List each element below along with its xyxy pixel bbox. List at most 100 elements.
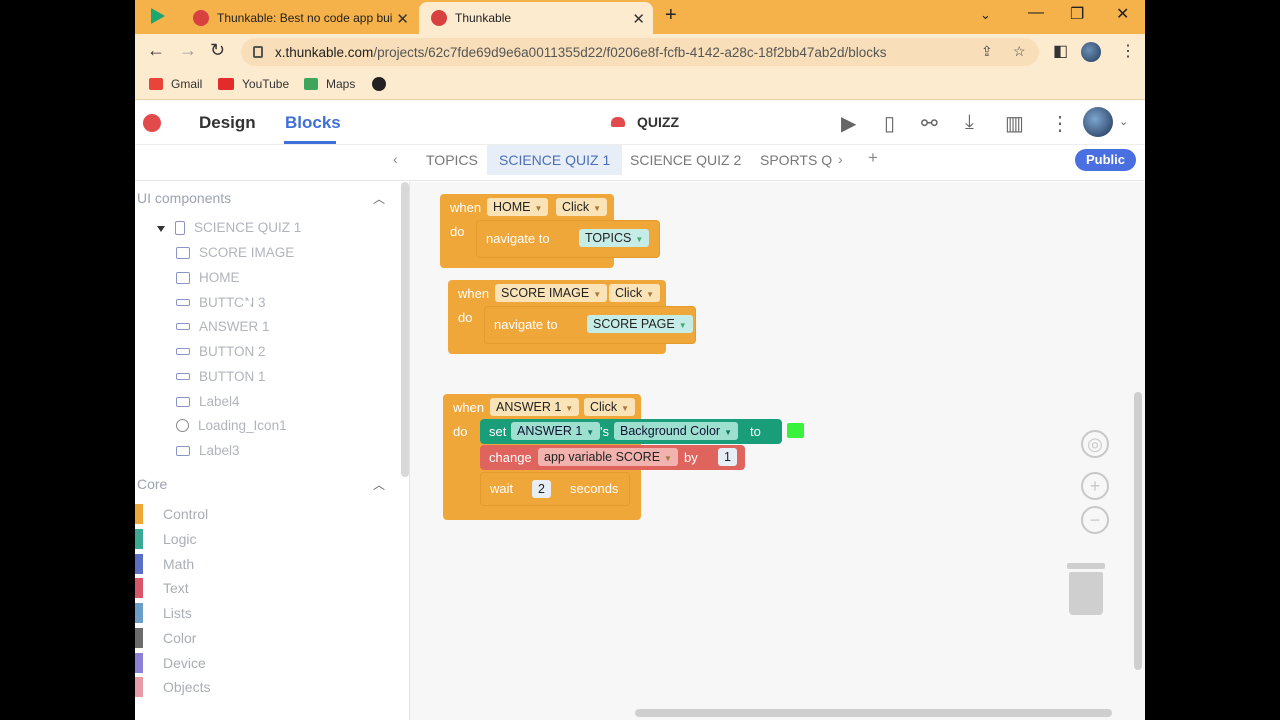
change-variable-block[interactable]: change app variable SCORE ▼ by 1 bbox=[480, 445, 745, 470]
category-logic[interactable]: Logic bbox=[135, 528, 196, 550]
play-store-icon[interactable] bbox=[151, 8, 165, 24]
sidebar-icon[interactable]: ◧ bbox=[1053, 41, 1068, 61]
user-avatar[interactable] bbox=[1083, 107, 1113, 137]
blocks-tab[interactable]: Blocks bbox=[285, 113, 341, 133]
event-block-home-click[interactable]: when HOME ▼ Click ▼ do navigate to TOPICS ▼ bbox=[440, 194, 660, 268]
category-color-bar bbox=[135, 554, 143, 574]
event-block-score-image-click[interactable]: when SCORE IMAGE ▼ Click ▼ do navigate to … bbox=[448, 280, 696, 354]
category-control[interactable]: Control bbox=[135, 503, 208, 525]
new-tab-icon[interactable]: + bbox=[665, 4, 677, 27]
trash-icon[interactable] bbox=[1067, 563, 1105, 615]
tree-node[interactable]: Label3 bbox=[176, 443, 240, 458]
project-name[interactable]: QUIZZ bbox=[611, 114, 679, 130]
close-tab-icon[interactable]: ✕ bbox=[632, 10, 645, 28]
zoom-out-icon[interactable]: − bbox=[1081, 506, 1109, 534]
color-swatch[interactable] bbox=[787, 423, 804, 438]
chevron-right-icon[interactable]: › bbox=[838, 151, 843, 167]
back-icon[interactable]: ← bbox=[147, 40, 165, 61]
tree-node[interactable]: Label4 bbox=[176, 394, 240, 409]
menu-icon[interactable]: ⋮ bbox=[1120, 41, 1136, 61]
screen-dropdown[interactable]: TOPICS ▼ bbox=[579, 229, 650, 247]
share-icon[interactable]: ⇪ bbox=[981, 43, 993, 60]
event-dropdown[interactable]: Click ▼ bbox=[584, 398, 636, 416]
component-dropdown[interactable]: ANSWER 1 ▼ bbox=[490, 398, 580, 416]
ui-components-header: UI components bbox=[137, 190, 232, 206]
tree-node[interactable]: SCORE IMAGE bbox=[176, 245, 294, 260]
tree-node-label: BUTTON 2 bbox=[199, 344, 266, 359]
category-text[interactable]: Text bbox=[135, 577, 189, 599]
tree-node[interactable]: BUTTON 2 bbox=[176, 344, 266, 359]
thunkable-logo-icon[interactable] bbox=[143, 114, 161, 132]
restore-icon[interactable]: ❐ bbox=[1070, 4, 1084, 24]
share-project-icon[interactable]: ⚯ bbox=[921, 111, 938, 136]
browser-tab-1[interactable]: Thunkable: Best no code app bui ✕ bbox=[181, 2, 417, 34]
category-objects[interactable]: Objects bbox=[135, 676, 210, 698]
live-test-phone-icon[interactable]: ▯ bbox=[884, 111, 895, 136]
set-property-block[interactable]: set ANSWER 1 ▼ 's Background Color ▼ to bbox=[480, 419, 804, 444]
blocks-workspace[interactable]: when HOME ▼ Click ▼ do navigate to TOPICS ▼… bbox=[410, 182, 1145, 720]
screen-tab-science-quiz-2[interactable]: SCIENCE QUIZ 2 bbox=[618, 145, 753, 175]
docs-book-icon[interactable]: ▥ bbox=[1005, 111, 1024, 136]
dropdown-caret-icon: ▼ bbox=[565, 404, 574, 413]
thunkable-favicon-icon bbox=[431, 10, 447, 26]
number-input[interactable]: 2 bbox=[532, 480, 551, 498]
add-screen-icon[interactable]: + bbox=[868, 148, 878, 168]
horizontal-scrollbar[interactable] bbox=[635, 709, 1112, 717]
property-dropdown[interactable]: Background Color ▼ bbox=[614, 422, 738, 440]
close-tab-icon[interactable]: ✕ bbox=[396, 10, 409, 28]
tab-search-icon[interactable]: ⌄ bbox=[980, 7, 991, 23]
bookmark-youtube[interactable]: YouTube bbox=[218, 77, 289, 91]
tree-node[interactable]: ANSWER 1 bbox=[176, 319, 270, 334]
event-dropdown[interactable]: Click ▼ bbox=[609, 284, 661, 302]
close-window-icon[interactable]: ✕ bbox=[1116, 4, 1129, 24]
more-options-icon[interactable]: ⋮ bbox=[1050, 111, 1070, 136]
screen-dropdown[interactable]: SCORE PAGE ▼ bbox=[587, 315, 693, 333]
design-tab[interactable]: Design bbox=[199, 113, 256, 133]
recenter-icon[interactable]: ◎ bbox=[1081, 430, 1109, 458]
tree-node[interactable]: Loading_Icon1 bbox=[176, 418, 287, 433]
minimize-icon[interactable]: — bbox=[1028, 4, 1044, 22]
vertical-scrollbar[interactable] bbox=[1134, 392, 1142, 670]
browser-tab-2[interactable]: Thunkable ✕ bbox=[419, 2, 653, 34]
category-math[interactable]: Math bbox=[135, 553, 194, 575]
dropdown-value: app variable SCORE bbox=[544, 450, 661, 464]
variable-dropdown[interactable]: app variable SCORE ▼ bbox=[538, 448, 678, 466]
component-dropdown[interactable]: SCORE IMAGE ▼ bbox=[495, 284, 608, 302]
reload-icon[interactable]: ↻ bbox=[210, 40, 225, 61]
category-color-bar bbox=[135, 653, 143, 673]
tree-node[interactable]: BUTTON 1 bbox=[176, 369, 266, 384]
download-icon[interactable]: ⤓ bbox=[965, 111, 974, 134]
navigate-block[interactable]: navigate to SCORE PAGE ▼ bbox=[484, 306, 696, 344]
set-component-dropdown[interactable]: ANSWER 1 ▼ bbox=[511, 422, 601, 440]
category-color[interactable]: Color bbox=[135, 627, 196, 649]
public-badge[interactable]: Public bbox=[1075, 149, 1136, 171]
tree-node[interactable]: HOME bbox=[176, 270, 240, 285]
bookmark-gmail[interactable]: Gmail bbox=[149, 77, 202, 91]
screen-tab-topics[interactable]: TOPICS bbox=[414, 145, 490, 175]
bookmark-maps[interactable]: Maps bbox=[304, 77, 355, 91]
left-scrollbar[interactable] bbox=[401, 182, 409, 477]
bookmark-star-icon[interactable]: ☆ bbox=[1013, 43, 1026, 60]
number-input[interactable]: 1 bbox=[718, 448, 737, 466]
collapse-chevron-icon[interactable]: ︿ bbox=[373, 190, 385, 207]
expand-triangle-icon[interactable] bbox=[157, 226, 165, 232]
category-device[interactable]: Device bbox=[135, 652, 206, 674]
bookmark-globe[interactable] bbox=[372, 77, 394, 91]
address-bar[interactable]: x.thunkable.com/projects/62c7fde69d9e6a0… bbox=[241, 38, 1039, 66]
navigate-block[interactable]: navigate to TOPICS ▼ bbox=[476, 220, 660, 258]
screen-tab-sports-q[interactable]: SPORTS Q bbox=[748, 145, 844, 175]
component-dropdown[interactable]: HOME ▼ bbox=[487, 198, 549, 216]
forward-icon[interactable]: → bbox=[179, 40, 197, 61]
collapse-chevron-icon[interactable]: ︿ bbox=[373, 476, 385, 493]
event-block-answer1-click[interactable]: when ANSWER 1 ▼ Click ▼ do set ANSWER 1 ▼ '… bbox=[443, 394, 804, 520]
event-dropdown[interactable]: Click ▼ bbox=[556, 198, 608, 216]
zoom-in-icon[interactable]: + bbox=[1081, 472, 1109, 500]
screen-tab-science-quiz-1[interactable]: SCIENCE QUIZ 1 bbox=[487, 145, 623, 175]
chevron-down-icon[interactable]: ⌄ bbox=[1119, 115, 1128, 128]
category-lists[interactable]: Lists bbox=[135, 602, 192, 624]
wait-block[interactable]: wait 2 seconds bbox=[480, 472, 630, 506]
tree-node-screen[interactable]: SCIENCE QUIZ 1 bbox=[175, 220, 301, 235]
profile-avatar[interactable] bbox=[1081, 42, 1101, 62]
play-icon[interactable]: ▶ bbox=[841, 111, 856, 136]
chevron-left-icon[interactable]: ‹ bbox=[393, 151, 398, 167]
